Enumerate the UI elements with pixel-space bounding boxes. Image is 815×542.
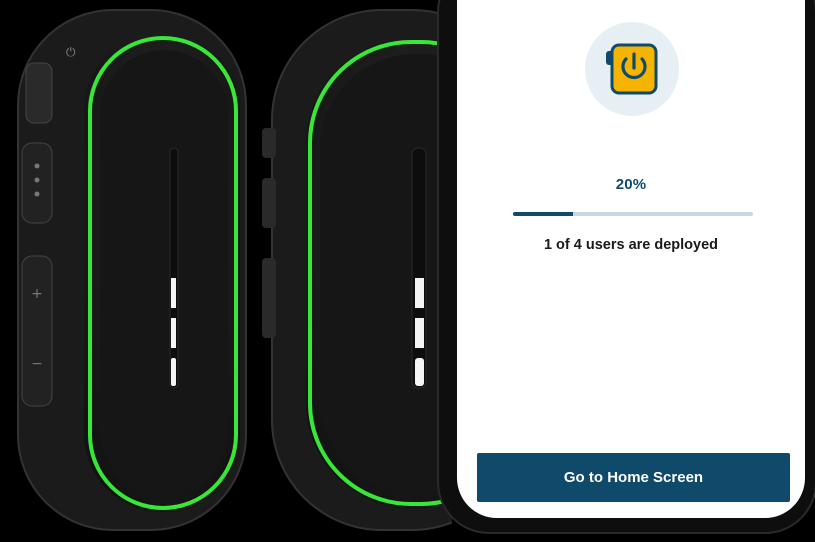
- power-button-icon: [606, 43, 658, 95]
- radio-device-front-view: [262, 9, 452, 531]
- app-icon-badge: [585, 22, 679, 116]
- progress-percent: 20%: [615, 176, 647, 193]
- svg-text:⏻: ⏻: [66, 45, 76, 59]
- phone-frame: 20% 1 of 4 users are deployed Go to Home…: [437, 0, 815, 534]
- app-screen: 20% 1 of 4 users are deployed Go to Home…: [457, 0, 805, 518]
- svg-text:+: +: [31, 286, 43, 302]
- radio-device-side-view: + − ⏻: [17, 9, 247, 531]
- device-illustration: + − ⏻: [0, 0, 470, 542]
- go-to-home-screen-button[interactable]: Go to Home Screen: [477, 453, 790, 502]
- progress-bar: [513, 212, 753, 216]
- deployment-status: 1 of 4 users are deployed: [543, 237, 719, 253]
- progress-bar-fill: [513, 212, 573, 216]
- svg-text:−: −: [31, 356, 43, 372]
